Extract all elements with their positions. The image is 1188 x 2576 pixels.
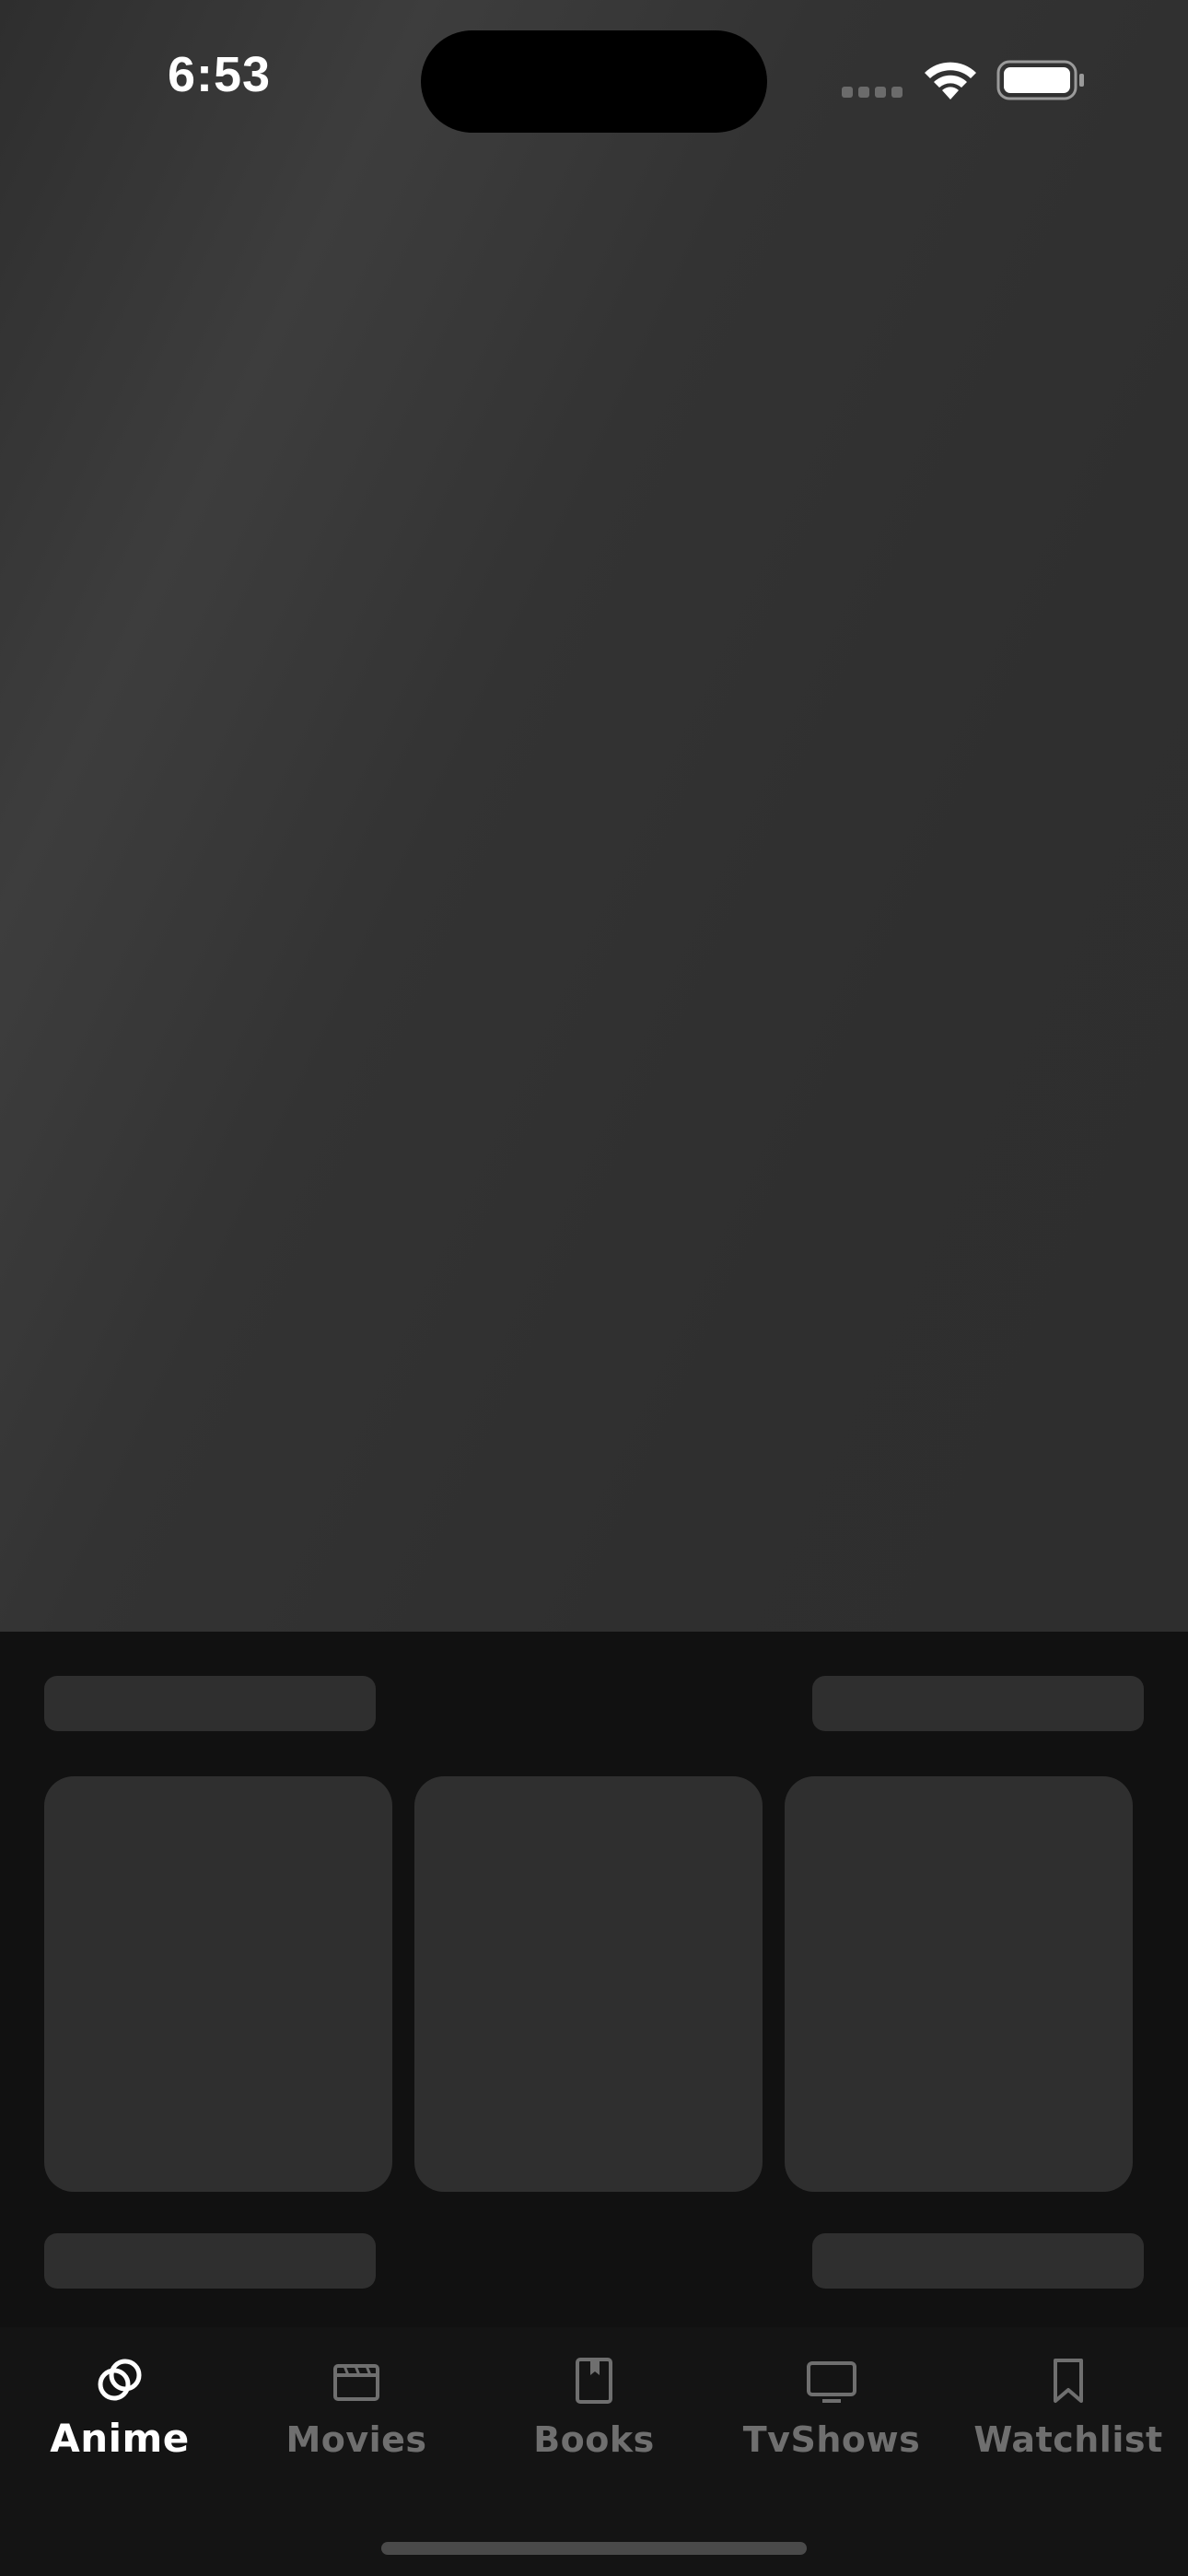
- tab-tvshows[interactable]: TvShows: [740, 2355, 924, 2484]
- tab-label: Anime: [50, 2416, 190, 2461]
- status-time: 6:53: [168, 47, 272, 102]
- bookmark-icon: [1054, 2359, 1083, 2403]
- card-placeholder: [414, 1776, 763, 2192]
- section-title-placeholder: [44, 2233, 376, 2289]
- book-icon: [576, 2358, 612, 2404]
- tab-label: Watchlist: [973, 2419, 1163, 2460]
- see-all-placeholder: [812, 2233, 1144, 2289]
- tab-label: TvShows: [742, 2419, 921, 2460]
- cellular-signal-icon: [842, 87, 904, 100]
- bottom-tab-bar: Anime Movies Books TvShows Watchlist: [0, 2327, 1188, 2576]
- content-area: [0, 1632, 1188, 2327]
- card-placeholder: [785, 1776, 1133, 2192]
- tab-label: Movies: [285, 2419, 427, 2460]
- rings-icon: [98, 2359, 142, 2401]
- see-all-placeholder: [812, 1676, 1144, 1731]
- battery-icon: [996, 60, 1084, 100]
- hero-banner-placeholder: [0, 0, 1188, 1632]
- home-indicator[interactable]: [381, 2542, 807, 2555]
- tab-movies[interactable]: Movies: [264, 2355, 448, 2484]
- clapperboard-icon: [333, 2364, 379, 2401]
- tab-anime[interactable]: Anime: [28, 2355, 212, 2484]
- dynamic-island: [421, 30, 767, 133]
- status-bar: 6:53: [0, 0, 1188, 166]
- tab-label: Books: [533, 2419, 655, 2460]
- card-placeholder: [44, 1776, 392, 2192]
- section-title-placeholder: [44, 1676, 376, 1731]
- wifi-icon: [925, 62, 976, 100]
- tab-books[interactable]: Books: [502, 2355, 686, 2484]
- tab-watchlist[interactable]: Watchlist: [973, 2355, 1163, 2484]
- tv-icon: [807, 2361, 856, 2403]
